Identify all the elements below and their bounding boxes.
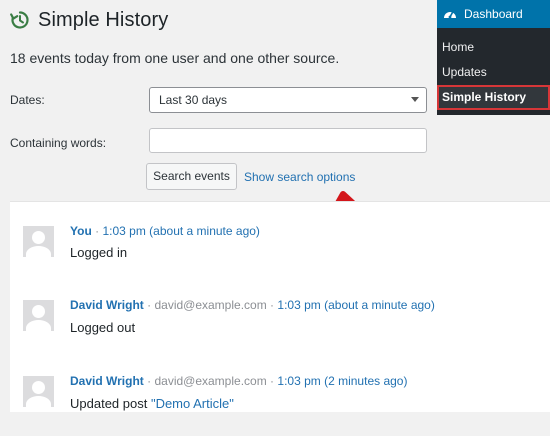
event-user-email: david@example.com — [154, 374, 267, 388]
avatar — [23, 376, 54, 407]
page-header: Simple History — [10, 8, 168, 32]
containing-words-label: Containing words: — [10, 136, 107, 150]
event-user-link[interactable]: You — [70, 224, 92, 238]
show-search-options-link[interactable]: Show search options — [244, 170, 355, 184]
event-user-link[interactable]: David Wright — [70, 298, 144, 312]
meta-separator: · — [95, 224, 100, 238]
gauge-icon — [444, 10, 456, 19]
meta-separator: · — [270, 374, 275, 388]
avatar — [23, 226, 54, 257]
containing-words-input[interactable] — [149, 128, 427, 153]
event-message: Logged in — [70, 245, 128, 260]
post-link[interactable]: "Demo Article" — [151, 396, 234, 411]
event-message: Updated post "Demo Article" — [70, 396, 234, 411]
menu-item-home[interactable]: Home — [437, 35, 550, 60]
dates-select-value: Last 30 days — [159, 93, 228, 107]
event-time-link[interactable]: 1:03 pm (about a minute ago) — [277, 298, 434, 312]
dates-label: Dates: — [10, 93, 45, 107]
event-item: David Wright · david@example.com · 1:03 … — [10, 290, 550, 360]
meta-separator: · — [270, 298, 275, 312]
event-list: You · 1:03 pm (about a minute ago) Logge… — [10, 201, 550, 412]
event-time-link[interactable]: 1:03 pm (about a minute ago) — [102, 224, 259, 238]
event-user-email: david@example.com — [154, 298, 267, 312]
avatar — [23, 300, 54, 331]
event-meta: David Wright · david@example.com · 1:03 … — [70, 374, 407, 388]
menu-item-updates[interactable]: Updates — [437, 60, 550, 85]
event-item: You · 1:03 pm (about a minute ago) Logge… — [10, 214, 550, 284]
admin-menu: Dashboard Home Updates Simple History — [437, 0, 550, 115]
events-summary: 18 events today from one user and one ot… — [10, 50, 340, 66]
meta-separator: · — [147, 298, 152, 312]
search-events-button[interactable]: Search events — [146, 163, 237, 190]
event-message: Logged out — [70, 320, 136, 335]
event-meta: David Wright · david@example.com · 1:03 … — [70, 298, 435, 312]
page-title: Simple History — [38, 8, 169, 31]
menu-item-simple-history[interactable]: Simple History — [437, 85, 550, 110]
event-meta: You · 1:03 pm (about a minute ago) — [70, 224, 260, 238]
dates-select[interactable]: Last 30 days — [149, 87, 427, 113]
event-time-link[interactable]: 1:03 pm (2 minutes ago) — [277, 374, 407, 388]
menu-dashboard-label: Dashboard — [464, 7, 523, 21]
event-item: David Wright · david@example.com · 1:03 … — [10, 366, 550, 436]
menu-dashboard[interactable]: Dashboard — [437, 0, 550, 28]
chevron-down-icon — [411, 97, 419, 102]
event-user-link[interactable]: David Wright — [70, 374, 144, 388]
meta-separator: · — [147, 374, 152, 388]
history-icon — [10, 11, 29, 29]
